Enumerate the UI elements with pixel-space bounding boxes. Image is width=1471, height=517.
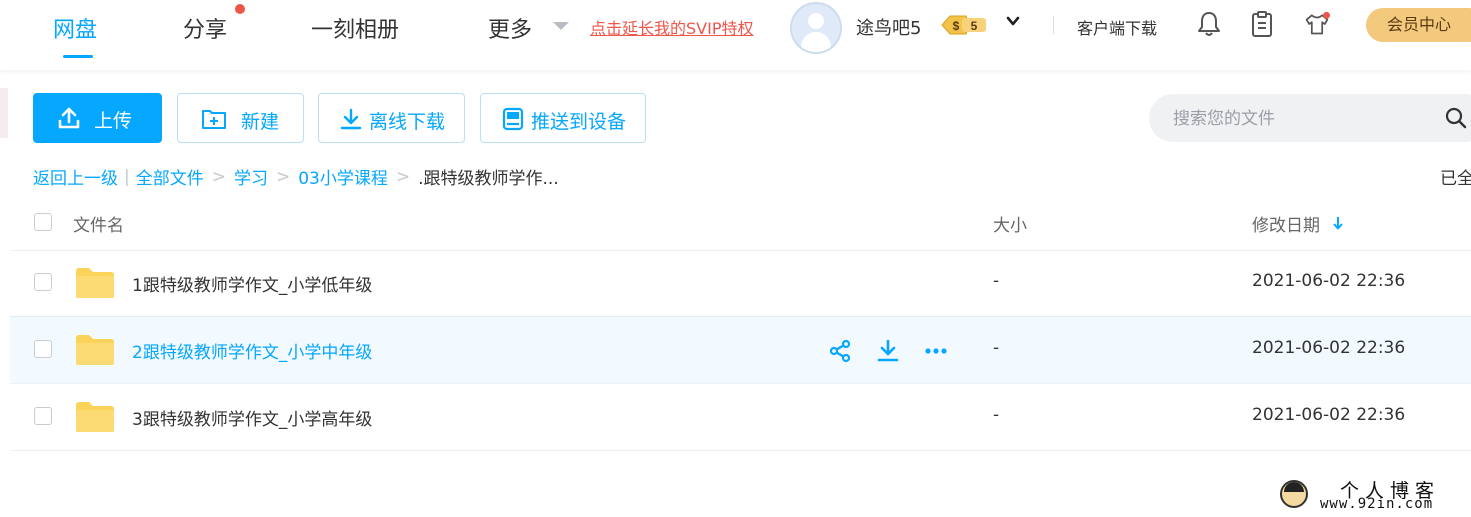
file-modified-date: 2021-06-02 22:36	[1252, 338, 1406, 358]
more-dropdown-arrow-icon[interactable]	[553, 22, 569, 30]
download-icon[interactable]	[876, 339, 900, 363]
file-size: -	[993, 271, 1000, 291]
breadcrumb-item-study[interactable]: 学习	[234, 169, 268, 189]
search-icon[interactable]	[1445, 107, 1467, 129]
member-center-button[interactable]: 会员中心	[1366, 8, 1471, 42]
new-label: 新建	[241, 111, 280, 133]
notification-dot	[235, 4, 245, 14]
svip-promo-link[interactable]: 点击延长我的SVIP特权	[590, 15, 753, 39]
row-checkbox[interactable]	[34, 407, 52, 425]
file-name[interactable]: 3跟特级教师学作文_小学高年级	[132, 405, 372, 430]
nav-tab-more[interactable]: 更多	[488, 12, 532, 44]
chevron-down-icon[interactable]	[1006, 14, 1020, 28]
download-icon	[340, 108, 362, 130]
breadcrumb-current: .跟特级教师学作...	[418, 169, 559, 189]
vip-level: 5	[971, 19, 978, 33]
upload-icon	[58, 107, 80, 129]
folder-icon	[76, 268, 114, 298]
username[interactable]: 途鸟吧5	[856, 14, 921, 40]
table-row[interactable]: 3跟特级教师学作文_小学高年级 - 2021-06-02 22:36	[10, 384, 1471, 451]
new-button[interactable]: 新建	[177, 93, 304, 143]
blog-watermark: 个人博客 www.92in.com	[1280, 476, 1470, 516]
breadcrumb-item-primary-courses[interactable]: 03小学课程	[298, 169, 388, 189]
upload-button[interactable]: 上传	[33, 93, 162, 143]
nav-tab-netdisk[interactable]: 网盘	[53, 12, 97, 44]
search-box	[1149, 94, 1471, 142]
file-size: -	[993, 405, 1000, 425]
share-icon[interactable]	[828, 339, 852, 363]
offline-download-button[interactable]: 离线下载	[318, 93, 465, 143]
avatar[interactable]	[790, 2, 842, 54]
shirt-icon[interactable]	[1304, 10, 1330, 38]
folder-icon	[76, 335, 114, 365]
upload-label: 上传	[94, 110, 133, 132]
breadcrumb-item-all-files[interactable]: 全部文件	[136, 169, 204, 189]
column-header-size[interactable]: 大小	[993, 211, 1027, 236]
row-checkbox[interactable]	[34, 340, 52, 358]
column-header-modified[interactable]: 修改日期	[1252, 211, 1320, 236]
search-input[interactable]	[1171, 106, 1425, 132]
load-status-text: 已全	[1440, 169, 1471, 189]
table-row-hovered[interactable]: 2跟特级教师学作文_小学中年级 - 2021-06-02 22:36	[10, 316, 1471, 384]
table-row[interactable]: 1跟特级教师学作文_小学低年级 - 2021-06-02 22:36	[10, 250, 1471, 317]
column-header-name[interactable]: 文件名	[73, 211, 124, 236]
file-modified-date: 2021-06-02 22:36	[1252, 271, 1406, 291]
offline-download-label: 离线下载	[369, 111, 446, 133]
more-icon[interactable]	[924, 339, 948, 363]
breadcrumb-divider: |	[124, 166, 130, 187]
push-to-device-button[interactable]: 推送到设备	[480, 93, 646, 143]
folder-icon	[76, 402, 114, 432]
nav-active-indicator	[63, 55, 93, 58]
top-navigation-bar: 网盘 分享 一刻相册 更多 点击延长我的SVIP特权 途鸟吧5 $ 5 客户端下…	[0, 0, 1471, 70]
file-size: -	[993, 338, 1000, 358]
file-name[interactable]: 2跟特级教师学作文_小学中年级	[132, 338, 372, 363]
nav-tab-share[interactable]: 分享	[183, 12, 227, 44]
divider	[1053, 16, 1054, 34]
new-folder-icon	[202, 110, 226, 129]
breadcrumb-back-link[interactable]: 返回上一级	[33, 169, 118, 189]
watermark-logo-icon	[1280, 480, 1308, 508]
svip-badge-icon: $ 5	[941, 15, 986, 35]
push-device-icon	[502, 107, 524, 131]
file-name[interactable]: 1跟特级教师学作文_小学低年级	[132, 271, 372, 296]
bell-icon[interactable]	[1196, 10, 1222, 38]
push-to-device-label: 推送到设备	[531, 111, 627, 133]
file-modified-date: 2021-06-02 22:36	[1252, 405, 1406, 425]
row-checkbox[interactable]	[34, 273, 52, 291]
sort-down-arrow-icon[interactable]	[1332, 215, 1344, 231]
breadcrumb-separator: >	[211, 166, 226, 187]
svg-text:$: $	[953, 19, 960, 33]
breadcrumb-separator: >	[395, 166, 411, 187]
select-all-checkbox[interactable]	[34, 213, 52, 231]
clipboard-icon[interactable]	[1249, 10, 1275, 38]
side-edge	[0, 88, 8, 138]
breadcrumb-separator: >	[275, 166, 291, 187]
nav-tab-album[interactable]: 一刻相册	[311, 12, 399, 44]
file-table-header: 文件名 大小 修改日期	[10, 196, 1471, 251]
watermark-url: www.92in.com	[1320, 496, 1434, 512]
breadcrumb: 返回上一级 | 全部文件 > 学习 >03小学课程 > .跟特级教师学作...	[33, 164, 559, 190]
client-download-link[interactable]: 客户端下载	[1077, 15, 1157, 39]
